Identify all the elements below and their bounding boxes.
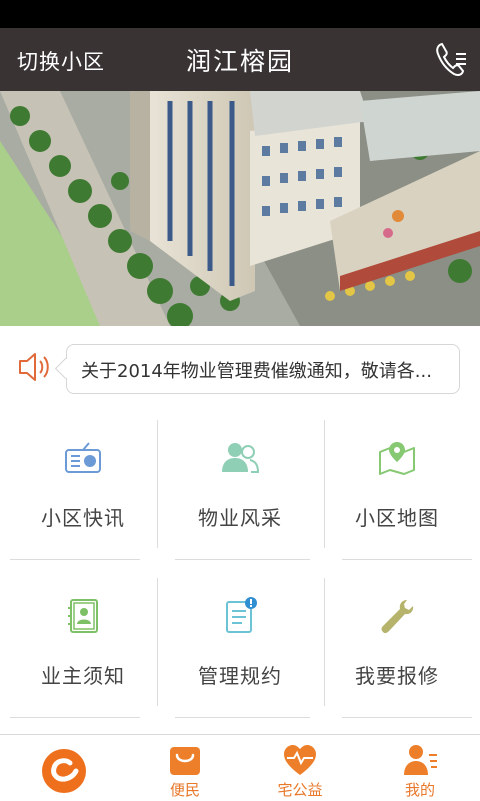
page-title: 润江榕园 <box>185 47 294 76</box>
tab-label: 宅公益 <box>277 781 323 799</box>
people-icon <box>220 438 260 478</box>
divider <box>10 717 140 718</box>
divider <box>342 717 472 718</box>
divider <box>157 420 158 548</box>
tab-mine[interactable]: 我的 <box>360 735 480 801</box>
divider <box>175 559 310 560</box>
grid-item-label: 业主须知 <box>41 664 125 688</box>
grid-item-owner-notice[interactable]: 业主须知 <box>8 566 158 706</box>
contact-card-icon <box>63 596 103 636</box>
feature-grid: 小区快讯 物业风采 小区地图 业主须知 管理规约 我要报修 <box>0 408 480 734</box>
divider <box>175 717 310 718</box>
grid-item-community-news[interactable]: 小区快讯 <box>8 408 158 548</box>
tab-label: 我的 <box>404 781 435 799</box>
home-logo-icon <box>40 747 88 795</box>
divider <box>10 559 140 560</box>
top-nav-bar: 切换小区 润江榕园 <box>0 28 480 91</box>
tab-convenience[interactable]: 便民 <box>125 735 245 801</box>
tab-home[interactable] <box>0 735 120 801</box>
tab-public-welfare[interactable]: 宅公益 <box>240 735 360 801</box>
heart-pulse-icon <box>282 743 318 777</box>
divider <box>324 420 325 548</box>
grid-item-label: 我要报修 <box>355 664 439 688</box>
notice-row[interactable]: 关于2014年物业管理费催缴通知，敬请各... <box>0 326 480 408</box>
divider <box>342 559 472 560</box>
notice-bubble[interactable]: 关于2014年物业管理费催缴通知，敬请各... <box>66 344 460 394</box>
tab-label: 便民 <box>169 781 200 799</box>
grid-item-label: 物业风采 <box>198 506 282 530</box>
bottom-tab-bar: 便民 宅公益 我的 <box>0 734 480 801</box>
banner-image[interactable] <box>0 91 480 326</box>
notice-text: 关于2014年物业管理费催缴通知，敬请各... <box>81 361 432 382</box>
grid-item-community-map[interactable]: 小区地图 <box>322 408 472 548</box>
speaker-icon <box>16 348 54 386</box>
rules-document-icon <box>220 596 260 636</box>
map-icon <box>377 438 417 478</box>
grid-item-label: 管理规约 <box>198 664 282 688</box>
grid-item-label: 小区地图 <box>355 506 439 530</box>
grid-item-label: 小区快讯 <box>41 506 125 530</box>
grid-item-property-style[interactable]: 物业风采 <box>165 408 315 548</box>
divider <box>324 578 325 706</box>
divider <box>157 578 158 706</box>
radio-icon <box>63 438 103 478</box>
grid-item-repair-request[interactable]: 我要报修 <box>322 566 472 706</box>
profile-icon <box>402 743 438 777</box>
grid-item-management-rules[interactable]: 管理规约 <box>165 566 315 706</box>
status-bar <box>0 0 480 28</box>
shopping-bag-icon <box>167 743 203 777</box>
phone-icon[interactable] <box>434 40 468 78</box>
wrench-icon <box>377 596 417 636</box>
